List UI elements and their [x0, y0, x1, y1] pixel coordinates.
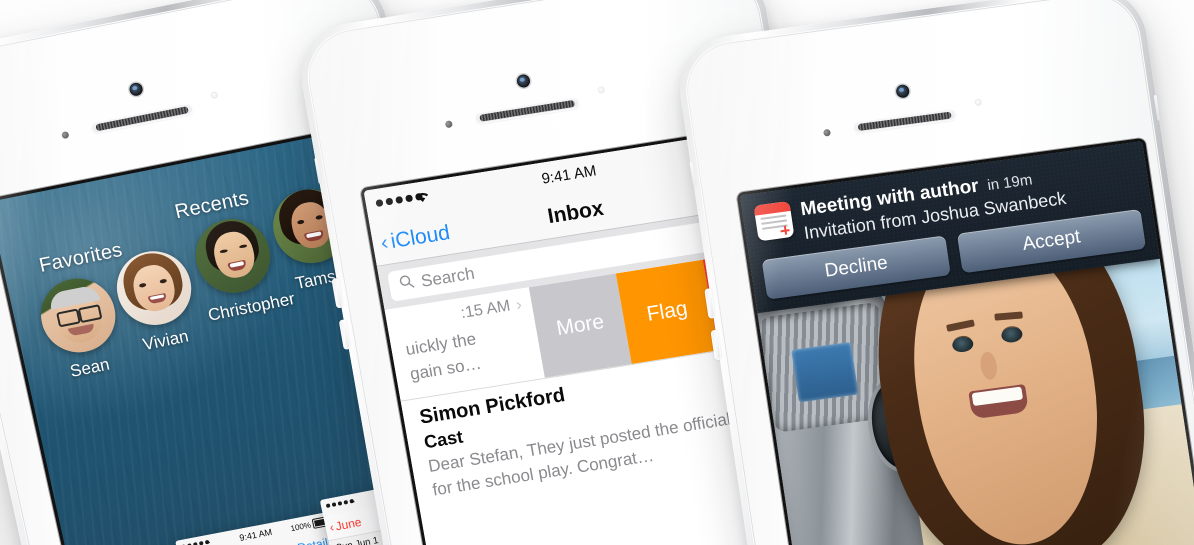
- front-camera-icon: [515, 73, 532, 89]
- ambient-light-sensor-icon: [597, 85, 606, 94]
- notification-time-until: in 19m: [986, 171, 1034, 195]
- wifi-icon: ◓: [348, 496, 357, 508]
- search-icon: [398, 273, 416, 295]
- telescope-plate: [790, 341, 860, 403]
- eyebrow-left: [945, 319, 975, 332]
- avatar: [188, 212, 278, 300]
- ambient-light-sensor-icon: [210, 91, 219, 100]
- eye-left: [951, 335, 975, 354]
- speaker-mesh: [479, 99, 576, 122]
- eye-right: [1000, 325, 1024, 344]
- right-phone-screen: Meeting with author in 19m Invitation fr…: [739, 141, 1194, 545]
- phone-front-face: Meeting with author in 19m Invitation fr…: [681, 0, 1194, 545]
- chevron-right-icon: ›: [514, 294, 524, 315]
- ambient-light-sensor-icon: [974, 98, 983, 107]
- plus-icon: [780, 225, 790, 235]
- avatar: [33, 272, 123, 359]
- eyebrow-right: [994, 311, 1024, 321]
- phone-chassis: Meeting with author in 19m Invitation fr…: [672, 0, 1194, 545]
- speaker-mesh: [857, 111, 952, 131]
- proximity-sensor-icon: [444, 120, 453, 129]
- earpiece-speaker-icon: [89, 102, 195, 135]
- front-camera-icon: [895, 83, 911, 99]
- calendar-icon: [753, 200, 795, 242]
- nose: [978, 351, 999, 381]
- front-camera-icon: [128, 81, 144, 97]
- earpiece-speaker-icon: [852, 107, 958, 134]
- screen-content: Meeting with author in 19m Invitation fr…: [739, 141, 1194, 545]
- speaker-mesh: [95, 105, 189, 131]
- avatar: [109, 244, 199, 332]
- more-button[interactable]: More: [528, 273, 632, 378]
- search-placeholder: Search: [419, 263, 477, 291]
- proximity-sensor-icon: [823, 128, 832, 137]
- antenna-line: [1153, 94, 1161, 121]
- proximity-sensor-icon: [61, 130, 70, 140]
- flag-button[interactable]: Flag: [615, 259, 719, 365]
- scene-stage: Favorites Recents Sean Vivian Christophe…: [0, 0, 1194, 545]
- teeth: [972, 386, 1024, 407]
- earpiece-speaker-icon: [473, 96, 581, 125]
- mouth: [968, 384, 1029, 419]
- phone-right-notification: Meeting with author in 19m Invitation fr…: [672, 0, 1194, 545]
- calendar-icon-header: [753, 200, 791, 216]
